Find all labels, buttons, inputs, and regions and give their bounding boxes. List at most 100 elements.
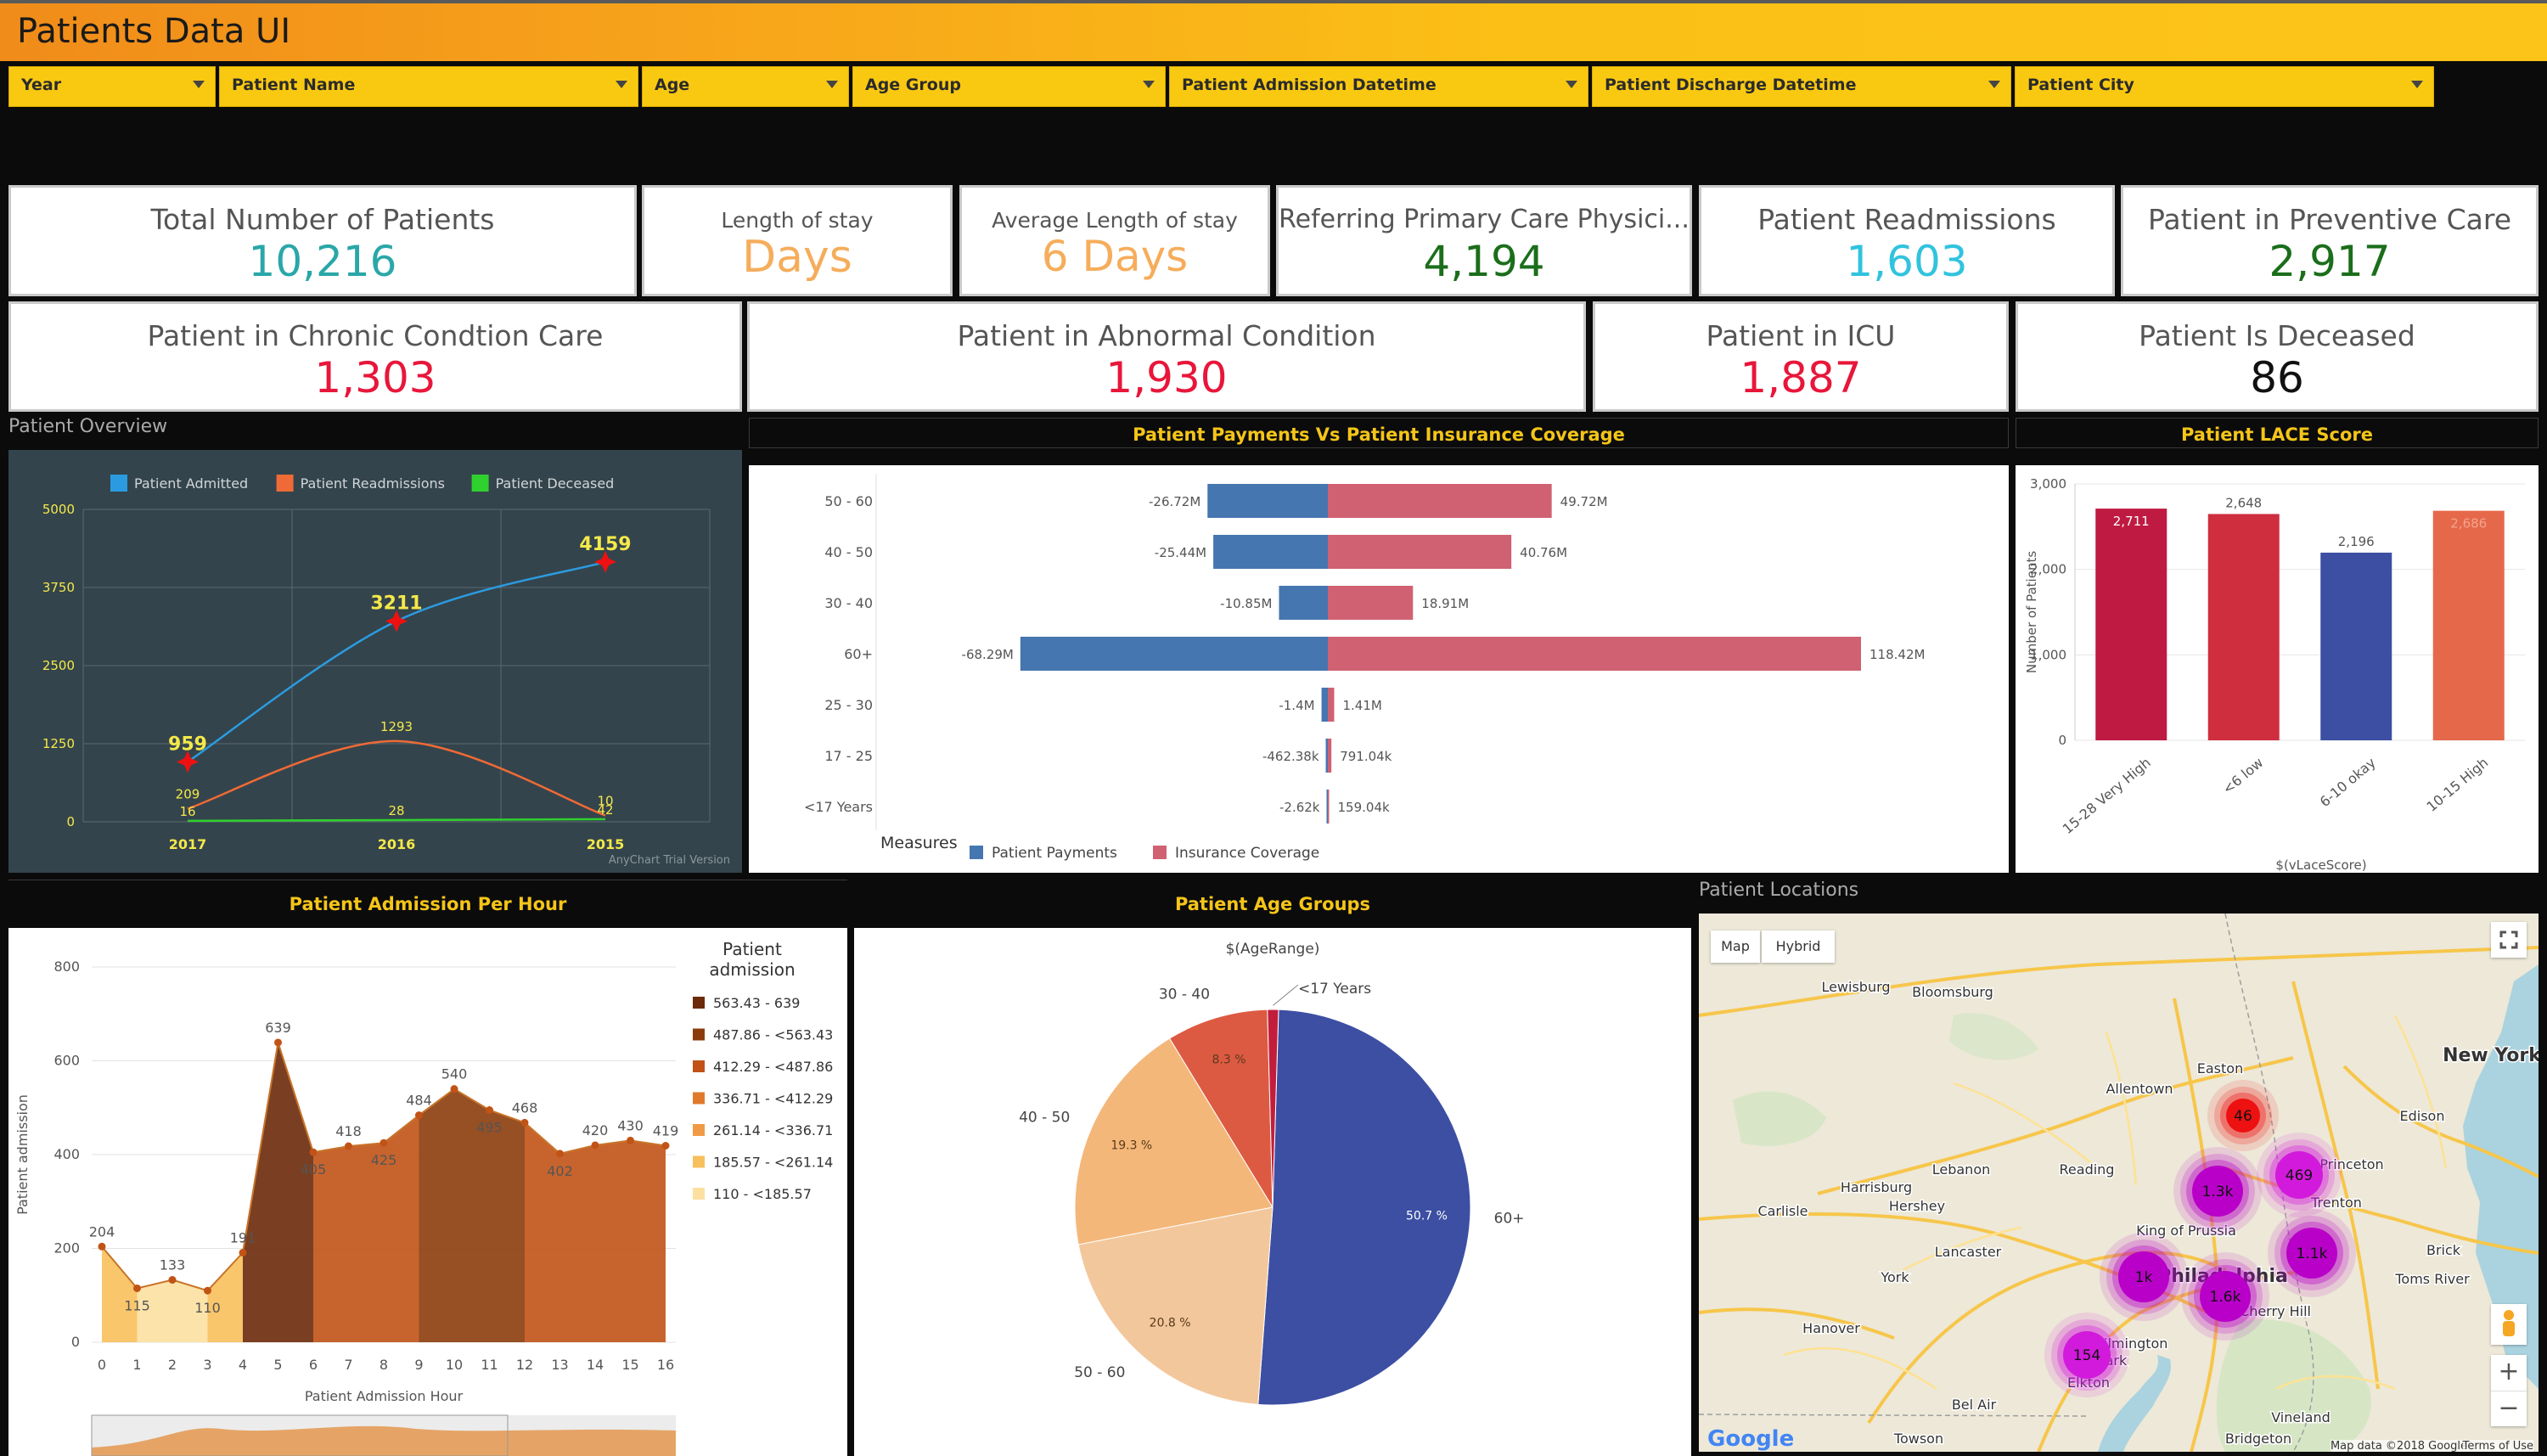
overview-title: Patient Overview: [8, 416, 168, 437]
bar: [2207, 514, 2280, 740]
kpi-value: 1,303: [314, 353, 436, 402]
city-label: Allentown: [2106, 1081, 2173, 1097]
data-point: [133, 1284, 141, 1292]
patient-locations-map[interactable]: Allentown Easton Bloomsburg Lewisburg New Yo…: [1699, 914, 2539, 1452]
road: [2393, 1015, 2448, 1169]
kpi-referring-physician[interactable]: Referring Primary Care Physici... 4,194: [1276, 185, 1692, 296]
filter-age-group[interactable]: Age Group: [852, 66, 1166, 107]
data-point: [168, 1276, 177, 1285]
park-area: [1733, 1091, 1826, 1146]
filter-discharge-datetime[interactable]: Patient Discharge Datetime: [1592, 66, 2011, 107]
data-label: 540: [441, 1066, 468, 1082]
legend-swatch: [276, 475, 294, 492]
x-tick-label: 2015: [587, 836, 625, 852]
y-tick-label: 200: [53, 1240, 80, 1256]
hybrid-view-button[interactable]: Hybrid: [1762, 930, 1835, 963]
payment-bar: [1321, 688, 1328, 722]
data-label: 419: [653, 1123, 679, 1139]
x-tick-label: 6: [309, 1357, 318, 1373]
filter-patient-name[interactable]: Patient Name: [219, 66, 638, 107]
kpi-length-of-stay[interactable]: Length of stay Days: [642, 185, 953, 296]
data-label: 959: [168, 734, 207, 755]
data-label: 639: [265, 1020, 291, 1036]
fullscreen-icon[interactable]: [2491, 922, 2527, 958]
kpi-deceased[interactable]: Patient Is Deceased 86: [2016, 301, 2539, 412]
kpi-total-patients[interactable]: Total Number of Patients 10,216: [8, 185, 637, 296]
category-label: 25 - 30: [824, 697, 873, 713]
legend-swatch: [693, 1155, 705, 1168]
kpi-readmissions[interactable]: Patient Readmissions 1,603: [1699, 185, 2115, 296]
legend-label: Patient Admitted: [134, 475, 248, 492]
legend-swatch: [693, 1092, 705, 1105]
cluster-count: 46: [2234, 1108, 2252, 1125]
city-label: Vineland: [2271, 1409, 2331, 1425]
chevron-down-icon: [616, 81, 627, 88]
google-logo: Google: [1707, 1426, 1795, 1452]
kpi-icu[interactable]: Patient in ICU 1,887: [1593, 301, 2009, 412]
data-label: 495: [476, 1120, 503, 1136]
legend-label: 336.71 - <412.29: [713, 1091, 833, 1107]
legend-label: 487.86 - <563.43: [713, 1027, 833, 1043]
x-axis-label: Patient Admission Hour: [305, 1388, 464, 1404]
map-canvas[interactable]: Allentown Easton Bloomsburg Lewisburg New Yo…: [1699, 914, 2539, 1452]
data-label: 2,711: [2113, 514, 2150, 529]
data-label: 118.42M: [1869, 647, 1925, 662]
coverage-bar: [1328, 637, 1861, 671]
coverage-bar: [1328, 688, 1335, 722]
zoom-in-button[interactable]: +: [2491, 1355, 2527, 1391]
road: [1783, 1346, 1937, 1391]
data-label: 425: [371, 1152, 397, 1168]
pegman-icon[interactable]: [2491, 1304, 2527, 1345]
data-label: 1.41M: [1342, 698, 1381, 713]
age-groups-chart[interactable]: $(AgeRange) 50.7 % 60+ 20.8 % 50 - 60 19.3 % 4…: [854, 928, 1691, 1456]
filter-year[interactable]: Year: [8, 66, 216, 107]
lace-chart[interactable]: 01,0002,0003,0002,71115-28 Very High2,64…: [2016, 465, 2539, 873]
data-point: [415, 1111, 423, 1120]
filter-admission-datetime[interactable]: Patient Admission Datetime: [1169, 66, 1588, 107]
slice-label: 60+: [1494, 1211, 1525, 1228]
slice-percent: 20.8 %: [1150, 1317, 1191, 1330]
kpi-title: Average Length of stay: [992, 208, 1238, 233]
filter-admission-label: Patient Admission Datetime: [1182, 76, 1437, 94]
data-label: 28: [388, 803, 404, 818]
city-label: Brick: [2426, 1242, 2461, 1258]
data-label: 420: [582, 1122, 609, 1138]
area-segment: [489, 1110, 525, 1342]
data-label: -10.85M: [1220, 596, 1272, 611]
kpi-preventive-care[interactable]: Patient in Preventive Care 2,917: [2121, 185, 2539, 296]
filter-patient-city[interactable]: Patient City: [2015, 66, 2434, 107]
bar: [2095, 509, 2167, 740]
slice-label: 50 - 60: [1074, 1364, 1125, 1381]
x-tick-label: 12: [516, 1357, 533, 1373]
kpi-value: 1,887: [1740, 353, 1862, 402]
area-segment: [595, 1140, 631, 1342]
filter-age-label: Age: [655, 76, 690, 94]
filter-age[interactable]: Age: [642, 66, 849, 107]
payment-bar: [1207, 484, 1328, 518]
kpi-title: Patient in Abnormal Condition: [957, 319, 1376, 352]
y-tick-label: 0: [2058, 733, 2066, 748]
y-tick-label: 800: [53, 958, 80, 975]
legend-label: 261.14 - <336.71: [713, 1122, 833, 1138]
data-point: [556, 1150, 564, 1158]
y-axis-label: Patient admission: [14, 1094, 31, 1215]
kpi-title: Patient in ICU: [1706, 319, 1896, 352]
terms-link[interactable]: Terms of Use: [2462, 1440, 2533, 1452]
legend-title: Measures: [880, 834, 958, 852]
zoom-out-button[interactable]: −: [2491, 1391, 2527, 1427]
map-view-button[interactable]: Map: [1711, 930, 1760, 963]
overview-chart[interactable]: 0 1250 2500 3750 5000 2017 2016 2015 Patient Adm…: [8, 450, 742, 873]
slice-label: <17 Years: [1298, 981, 1371, 998]
city-label: Bel Air: [1952, 1397, 1997, 1413]
payments-chart[interactable]: 50 - 60 -26.72M 49.72M 40 - 50 -25.44M 40.76M…: [749, 465, 2009, 873]
legend-swatch: [693, 1028, 705, 1041]
per-hour-chart[interactable]: 0200400600800204011511332110319146395405…: [8, 928, 847, 1456]
data-point: [239, 1248, 247, 1256]
zoom-controls: + −: [2491, 1355, 2527, 1426]
kpi-abnormal-condition[interactable]: Patient in Abnormal Condition 1,930: [747, 301, 1586, 412]
payment-bar: [1326, 790, 1328, 824]
kpi-chronic-care[interactable]: Patient in Chronic Condtion Care 1,303: [8, 301, 742, 412]
data-point: [627, 1136, 634, 1144]
cluster-count: 1.1k: [2297, 1245, 2328, 1262]
kpi-avg-length-of-stay[interactable]: Average Length of stay 6 Days: [959, 185, 1270, 296]
